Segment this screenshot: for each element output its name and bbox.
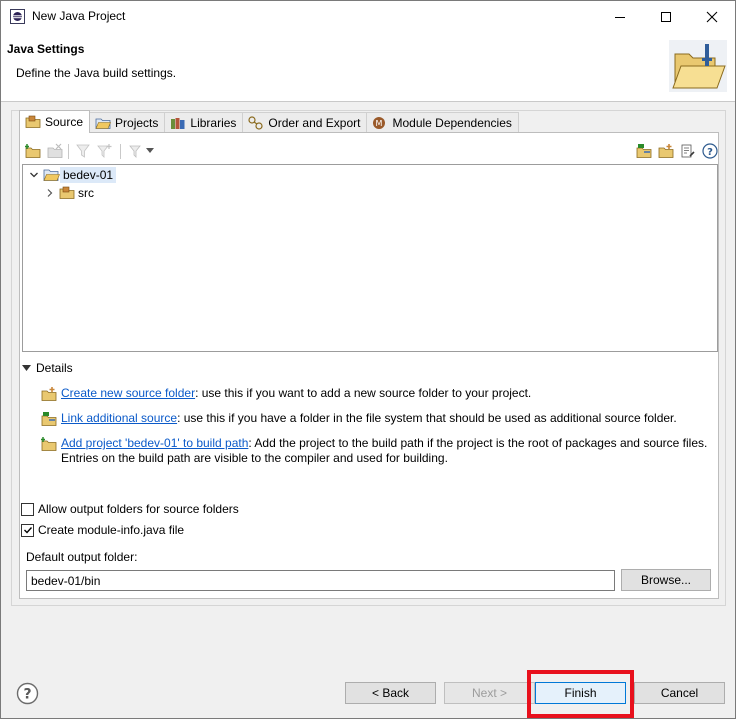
new-source-folder-icon xyxy=(658,144,674,158)
expand-toggle[interactable] xyxy=(27,168,41,182)
default-output-folder-label: Default output folder: xyxy=(26,550,138,564)
tab-label: Source xyxy=(45,115,84,129)
create-source-folder-link[interactable]: Create new source folder xyxy=(61,386,195,400)
detail-text: : use this if you have a folder in the f… xyxy=(177,411,677,425)
svg-text:M: M xyxy=(376,119,383,128)
svg-text:?: ? xyxy=(23,687,31,703)
tree-item-label: bedev-01 xyxy=(60,167,117,183)
new-source-folder-button[interactable] xyxy=(657,142,675,160)
allow-output-folders-option[interactable]: Allow output folders for source folders xyxy=(21,502,239,516)
open-folder-wizard-icon xyxy=(669,40,727,92)
next-button[interactable]: Next > xyxy=(444,682,535,704)
eclipse-icon xyxy=(10,9,25,24)
detail-link-source: Link additional source: use this if you … xyxy=(41,411,711,426)
help-button[interactable]: ? xyxy=(16,682,39,705)
link-source-icon xyxy=(636,144,652,158)
close-button[interactable] xyxy=(689,1,735,32)
module-icon: M xyxy=(373,117,386,129)
add-source-folder-button[interactable] xyxy=(24,142,42,160)
link-additional-source-link[interactable]: Link additional source xyxy=(61,411,177,425)
tab-label: Module Dependencies xyxy=(392,116,512,130)
edit-entry-button[interactable] xyxy=(679,142,697,160)
tree-item-label: src xyxy=(78,186,94,200)
cancel-button[interactable]: Cancel xyxy=(634,682,725,704)
maximize-button[interactable] xyxy=(643,1,689,32)
projects-icon xyxy=(95,118,111,129)
package-folder-icon xyxy=(59,186,75,199)
tab-module-dependencies[interactable]: M Module Dependencies xyxy=(366,112,519,133)
close-icon xyxy=(706,11,718,22)
toolbar-separator xyxy=(68,144,69,159)
configure-build-path-button[interactable] xyxy=(126,142,144,160)
chevron-down-icon xyxy=(30,172,38,178)
new-java-project-dialog: New Java Project Java Settings Define th… xyxy=(0,0,736,719)
edit-entry-icon xyxy=(681,144,695,158)
inclusion-filter-button[interactable] xyxy=(74,142,92,160)
help-toolbar-button[interactable]: ? xyxy=(701,142,719,160)
source-folders-tree[interactable]: bedev-01 src xyxy=(22,164,718,352)
tab-label: Libraries xyxy=(190,116,237,130)
filter-edit-icon xyxy=(97,144,112,158)
title-bar: New Java Project xyxy=(1,1,735,32)
tab-strip: Source Projects Libraries Order and Expo… xyxy=(19,110,519,133)
expand-toggle[interactable] xyxy=(43,186,57,200)
details-label: Details xyxy=(36,361,73,375)
chevron-down-icon xyxy=(22,364,31,371)
add-source-folder-icon xyxy=(41,437,57,451)
default-output-folder-input[interactable] xyxy=(26,570,615,591)
source-tab-content: ? bedev-01 src Details Create new source… xyxy=(19,132,719,599)
toolbar-separator xyxy=(120,144,121,159)
create-module-info-option[interactable]: Create module-info.java file xyxy=(21,523,184,537)
checkmark-icon xyxy=(23,527,32,534)
link-source-button[interactable] xyxy=(635,142,653,160)
link-source-icon xyxy=(41,412,57,426)
minimize-button[interactable] xyxy=(597,1,643,32)
browse-button[interactable]: Browse... xyxy=(621,569,711,591)
detail-add-project: Add project 'bedev-01' to build path: Ad… xyxy=(41,436,711,466)
tab-label: Projects xyxy=(115,116,159,130)
tab-source[interactable]: Source xyxy=(19,110,91,133)
window-title: New Java Project xyxy=(32,9,126,23)
tab-order-export[interactable]: Order and Export xyxy=(242,112,368,133)
page-description: Define the Java build settings. xyxy=(16,66,177,80)
create-module-info-checkbox[interactable] xyxy=(21,523,34,537)
wizard-header: Java Settings Define the Java build sett… xyxy=(1,32,735,102)
detail-text: : use this if you want to add a new sour… xyxy=(195,386,532,400)
maximize-icon xyxy=(661,11,671,22)
project-folder-icon xyxy=(43,169,60,181)
remove-source-folder-button[interactable] xyxy=(46,142,64,160)
chevron-down-icon xyxy=(146,148,154,153)
allow-output-folders-checkbox[interactable] xyxy=(21,502,34,516)
libraries-icon xyxy=(171,118,185,129)
toolbar-dropdown-button[interactable] xyxy=(144,142,156,160)
source-toolbar: ? xyxy=(22,142,718,164)
minimize-icon xyxy=(615,16,625,18)
tab-projects[interactable]: Projects xyxy=(89,112,166,133)
tab-label: Order and Export xyxy=(268,116,361,130)
svg-text:?: ? xyxy=(707,147,713,158)
configure-icon xyxy=(129,145,141,158)
checkbox-label: Create module-info.java file xyxy=(38,523,185,537)
source-folder-icon xyxy=(25,115,41,128)
remove-source-folder-icon xyxy=(47,143,63,158)
tree-item-src[interactable]: src xyxy=(43,184,97,202)
checkbox-label: Allow output folders for source folders xyxy=(38,502,239,516)
new-source-folder-icon xyxy=(41,387,57,401)
exclusion-filter-button[interactable] xyxy=(96,142,114,160)
add-source-folder-icon xyxy=(25,144,41,158)
details-section-toggle[interactable]: Details xyxy=(22,361,73,375)
finish-button[interactable]: Finish xyxy=(535,682,626,704)
tab-libraries[interactable]: Libraries xyxy=(164,112,244,133)
back-button[interactable]: < Back xyxy=(345,682,436,704)
page-title: Java Settings xyxy=(7,42,85,56)
tree-item-project[interactable]: bedev-01 xyxy=(27,166,117,184)
order-export-icon xyxy=(248,116,264,130)
add-project-to-build-path-link[interactable]: Add project 'bedev-01' to build path xyxy=(61,436,248,450)
filter-icon xyxy=(76,144,90,158)
build-settings-panel: Source Projects Libraries Order and Expo… xyxy=(11,110,726,606)
help-icon: ? xyxy=(702,143,718,159)
detail-create-source-folder: Create new source folder: use this if yo… xyxy=(41,386,711,401)
chevron-right-icon xyxy=(47,189,53,197)
